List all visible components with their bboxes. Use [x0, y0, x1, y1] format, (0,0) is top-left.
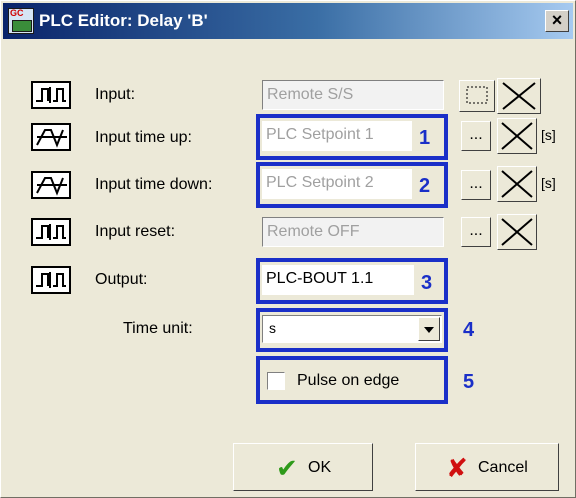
- input-time-down-field[interactable]: PLC Setpoint 2: [262, 169, 412, 199]
- cancel-label: Cancel: [478, 459, 528, 476]
- input-time-down-clear-button[interactable]: [497, 166, 537, 202]
- input-time-up-field[interactable]: PLC Setpoint 1: [262, 121, 412, 151]
- input-field[interactable]: Remote S/S: [262, 80, 444, 110]
- digital-input-icon: [31, 218, 71, 246]
- output-label: Output:: [95, 271, 148, 288]
- plc-editor-dialog: GC PLC Editor: Delay 'B' × Input: Remote…: [0, 0, 576, 498]
- input-time-down-unit: [s]: [541, 175, 556, 191]
- input-select-button[interactable]: [459, 80, 495, 112]
- input-time-down-select-button[interactable]: ...: [461, 170, 491, 200]
- input-reset-clear-button[interactable]: [497, 214, 537, 250]
- input-time-up-clear-button[interactable]: [497, 118, 537, 154]
- digital-output-icon: [31, 266, 71, 294]
- ok-label: OK: [308, 459, 332, 476]
- chevron-down-icon[interactable]: [418, 317, 440, 341]
- digital-input-icon: [31, 81, 71, 109]
- plc-app-icon: GC: [8, 8, 34, 34]
- window-title: PLC Editor: Delay 'B': [39, 11, 208, 30]
- annotation-3: 3: [421, 272, 433, 294]
- input-clear-button[interactable]: [497, 78, 541, 114]
- annotation-1: 1: [419, 127, 431, 149]
- title-bar[interactable]: GC PLC Editor: Delay 'B' ×: [3, 3, 573, 39]
- annotation-2: 2: [419, 175, 431, 197]
- analog-input-icon: [31, 171, 71, 199]
- annotation-4: 4: [463, 319, 475, 341]
- time-unit-value: s: [269, 320, 276, 336]
- input-reset-field[interactable]: Remote OFF: [262, 217, 444, 247]
- input-time-up-select-button[interactable]: ...: [461, 121, 491, 151]
- pulse-on-edge-checkbox[interactable]: [267, 372, 285, 390]
- input-reset-label: Input reset:: [95, 223, 176, 240]
- output-field[interactable]: PLC-BOUT 1.1: [262, 265, 414, 295]
- input-time-up-unit: [s]: [541, 127, 556, 143]
- checkmark-icon: ✔: [276, 453, 298, 483]
- time-unit-label: Time unit:: [123, 320, 193, 337]
- pulse-on-edge-label: Pulse on edge: [297, 372, 400, 389]
- annotation-5: 5: [463, 371, 475, 393]
- input-reset-select-button[interactable]: ...: [461, 217, 491, 247]
- time-unit-dropdown[interactable]: s: [262, 315, 442, 343]
- input-time-down-label: Input time down:: [95, 176, 213, 193]
- input-time-up-label: Input time up:: [95, 129, 192, 146]
- cancel-button[interactable]: ✘ Cancel: [415, 443, 559, 491]
- close-button[interactable]: ×: [545, 10, 569, 32]
- input-label: Input:: [95, 86, 136, 103]
- analog-input-icon: [31, 123, 71, 151]
- ok-button[interactable]: ✔ OK: [233, 443, 373, 491]
- x-mark-icon: ✘: [446, 453, 468, 483]
